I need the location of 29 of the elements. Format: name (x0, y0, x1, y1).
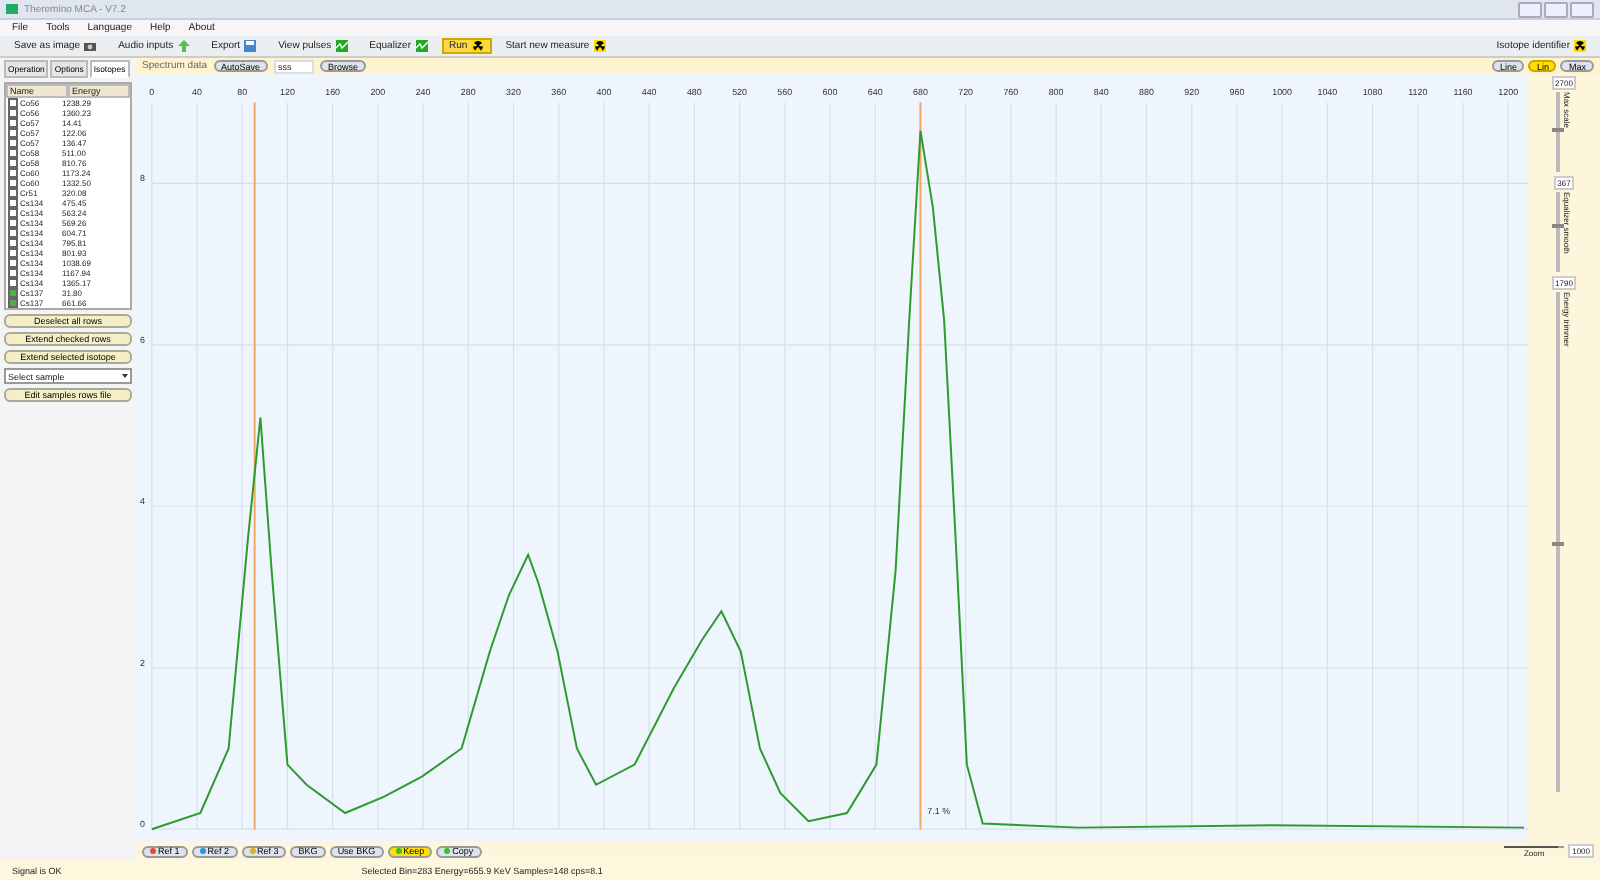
checkbox[interactable] (8, 178, 18, 188)
app-icon (6, 4, 18, 14)
checkbox[interactable] (8, 268, 18, 278)
checkbox[interactable] (8, 278, 18, 288)
radiation-icon (593, 40, 606, 52)
checkbox[interactable] (8, 238, 18, 248)
checkbox[interactable] (8, 118, 18, 128)
checkbox[interactable] (8, 218, 18, 228)
checkbox[interactable] (8, 258, 18, 268)
checkbox[interactable] (8, 288, 18, 298)
caret-icon (122, 374, 128, 378)
checkbox[interactable] (8, 228, 18, 238)
checkbox[interactable] (8, 188, 18, 198)
checkbox[interactable] (8, 128, 18, 138)
arrow-icon (177, 40, 190, 52)
checkbox[interactable] (8, 208, 18, 218)
chart-icon (415, 40, 428, 52)
checkbox[interactable] (8, 158, 18, 168)
checkbox[interactable] (8, 98, 18, 108)
checkbox[interactable] (8, 108, 18, 118)
checkbox[interactable] (8, 198, 18, 208)
checkbox[interactable] (8, 248, 18, 258)
radiation-icon (1574, 40, 1586, 52)
checkbox[interactable] (8, 148, 18, 158)
radiation-icon (471, 40, 484, 52)
checkbox[interactable] (8, 138, 18, 148)
checkbox[interactable] (8, 168, 18, 178)
checkbox[interactable] (8, 298, 18, 308)
chart-icon (335, 40, 348, 52)
